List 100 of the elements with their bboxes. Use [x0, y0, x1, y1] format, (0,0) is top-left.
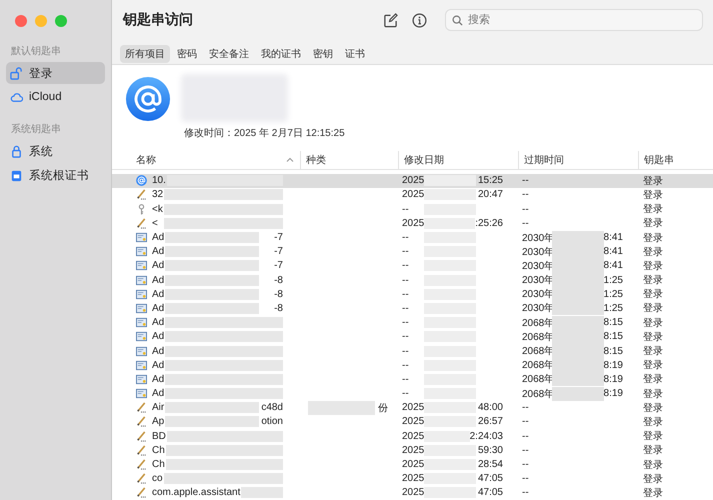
- table-row[interactable]: 10. 2025 15:25 -- 登录: [112, 174, 713, 188]
- filter-tab[interactable]: 我的证书: [256, 44, 306, 62]
- date-cell: 2025: [402, 402, 424, 414]
- expiry-cell-text: --: [522, 175, 530, 186]
- date-cell: 2025: [402, 444, 424, 456]
- date-cell-text: --: [402, 204, 410, 215]
- filter-tab[interactable]: 证书: [340, 44, 370, 62]
- pencil-icon: [136, 189, 146, 200]
- expiry-cell: 1:25: [604, 274, 623, 286]
- date-cell: 2025: [402, 189, 424, 200]
- certificate-icon: [136, 388, 146, 400]
- table-row[interactable]: Ch 2025 28:54 -- 登录: [112, 457, 713, 472]
- close-button[interactable]: [15, 15, 27, 27]
- certificate-icon: [136, 346, 146, 357]
- table-row[interactable]: Ch 2025 59:30 -- 登录: [112, 443, 713, 458]
- certificate-icon: [136, 260, 146, 272]
- filter-tab[interactable]: 密钥: [308, 44, 338, 62]
- info-icon[interactable]: [412, 12, 427, 28]
- name-cell: Ad: [152, 331, 164, 342]
- keychain-cell-text: 登录: [643, 274, 663, 288]
- search-field[interactable]: 搜索: [445, 9, 703, 32]
- expiry-cell: 8:41: [604, 232, 623, 244]
- date-cell: 28:54: [478, 459, 503, 470]
- date-cell: 20:47: [478, 189, 503, 200]
- keychain-cell-text: 登录: [643, 246, 663, 259]
- pencil-icon: [136, 416, 146, 428]
- keychain-cell-text: 登录: [643, 486, 663, 500]
- table-row[interactable]: co 2025 47:05 -- 登录: [112, 472, 713, 486]
- name-cell: 32: [152, 189, 164, 200]
- filter-tab[interactable]: 所有项目: [120, 44, 170, 62]
- table-row[interactable]: Ap otion 2025 26:57 -- 登录: [112, 414, 713, 430]
- expiry-cell-text: --: [522, 487, 530, 498]
- zoom-button[interactable]: [55, 15, 67, 27]
- keychain-cell-text: 登录: [643, 316, 663, 330]
- sort-caret-icon: [286, 157, 294, 162]
- modified-time: 修改时间：2025 年 2月7日 12:15:25: [184, 126, 345, 140]
- expiry-cell: 8:19: [604, 388, 623, 400]
- expiry-cell: 8:41: [604, 260, 623, 272]
- certificate-icon: [136, 232, 146, 244]
- name-cell: Ch: [152, 444, 165, 456]
- keychain-cell-text: 登录: [643, 430, 663, 444]
- table-row[interactable]: < 2025 :25:26 -- 登录: [112, 216, 713, 230]
- certificate-icon: [136, 246, 146, 258]
- keychain-cell-text: 登录: [643, 203, 663, 216]
- certificate-icon: [136, 288, 146, 300]
- sidebar-item[interactable]: 系统: [6, 140, 105, 162]
- pencil-icon: [136, 218, 146, 229]
- expiry-cell: 8:15: [604, 317, 623, 328]
- keychain-cell-text: 登录: [643, 288, 663, 302]
- expiry-cell: 8:19: [604, 374, 623, 385]
- date-cell-text: --: [402, 346, 410, 357]
- name-cell-text: -7: [273, 232, 283, 244]
- name-cell: Ad: [152, 317, 164, 328]
- date-cell: 2025: [402, 430, 424, 442]
- compose-icon[interactable]: [383, 12, 398, 28]
- minimize-button[interactable]: [35, 15, 47, 27]
- name-cell: Ad: [152, 346, 164, 357]
- pencil-icon: [136, 473, 146, 484]
- pencil-icon: [136, 459, 146, 470]
- date-cell-text: --: [402, 374, 410, 385]
- date-cell: 59:30: [478, 444, 503, 456]
- expiry-cell-text: --: [522, 459, 530, 470]
- expiry-cell-text: --: [522, 473, 530, 484]
- expiry-cell-text: --: [522, 416, 530, 428]
- column-header[interactable]: 名称: [112, 151, 300, 169]
- name-cell: Ch: [152, 459, 165, 470]
- date-cell: 2025: [402, 175, 424, 186]
- name-cell: Ad: [152, 260, 164, 272]
- table-row[interactable]: com.apple.assistant 2025 47:05 -- 登录: [112, 486, 713, 500]
- table-row[interactable]: <k -- -- 登录: [112, 202, 713, 216]
- expiry-cell: 8:19: [604, 360, 623, 371]
- keychain-cell-text: 登录: [643, 402, 663, 415]
- sidebar-item[interactable]: iCloud: [6, 86, 105, 108]
- at-sign-icon: [136, 175, 146, 186]
- date-cell-text: --: [402, 246, 410, 258]
- column-header[interactable]: 种类: [300, 151, 398, 169]
- keychain-cell-text: 登录: [643, 373, 663, 386]
- date-cell: 26:57: [478, 416, 503, 428]
- sidebar-item[interactable]: 登录: [6, 62, 105, 84]
- table-row[interactable]: BD 2025 2:24:03 -- 登录: [112, 429, 713, 444]
- pencil-icon: [136, 402, 146, 414]
- window-title: 钥匙串访问: [123, 11, 194, 30]
- filter-tab[interactable]: 密码: [172, 44, 202, 62]
- date-cell: 2025: [402, 218, 424, 229]
- filter-tab[interactable]: 安全备注: [204, 44, 254, 62]
- date-cell-text: --: [402, 388, 410, 400]
- sidebar-item[interactable]: 系统根证书: [6, 164, 105, 186]
- expiry-cell: 1:25: [604, 288, 623, 300]
- date-cell-text: --: [402, 288, 410, 300]
- table-row[interactable]: Air c48d 份 2025 48:00 -- 登录: [112, 400, 713, 415]
- date-cell-text: --: [402, 232, 410, 244]
- table-row[interactable]: 32 2025 20:47 -- 登录: [112, 188, 713, 202]
- expiry-cell-text: --: [522, 444, 530, 456]
- column-header[interactable]: 钥匙串: [638, 151, 713, 169]
- name-cell-text: -7: [273, 246, 283, 258]
- expiry-cell: 8:15: [604, 346, 623, 357]
- keychain-cell-text: 登录: [643, 188, 663, 202]
- column-header[interactable]: 修改日期: [398, 151, 518, 169]
- column-header[interactable]: 过期时间: [518, 151, 638, 169]
- keychain-cell-text: 登录: [643, 416, 663, 429]
